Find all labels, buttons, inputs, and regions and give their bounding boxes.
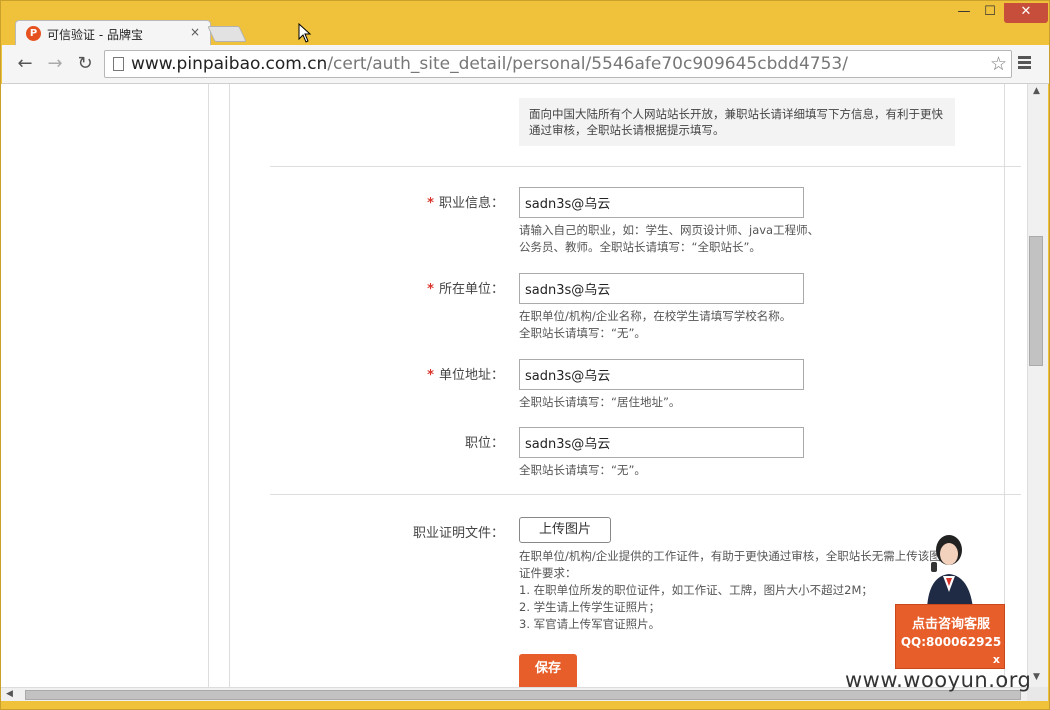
tab-close-icon[interactable]: × bbox=[190, 25, 200, 39]
customer-service-widget[interactable]: 点击咨询客服 QQ:800062925 x bbox=[895, 532, 1005, 670]
qq-label: QQ: bbox=[900, 635, 927, 649]
consult-close-icon[interactable]: x bbox=[993, 653, 1000, 666]
tab-title: 可信验证 - 品牌宝 bbox=[47, 28, 143, 42]
hint-line: 全职站长请填写：“居住地址”。 bbox=[519, 395, 681, 409]
menu-hamburger-icon[interactable] bbox=[1018, 54, 1034, 74]
employer-label-text: 所在单位： bbox=[438, 282, 504, 297]
tab-strip: P 可信验证 - 品牌宝 × — ☐ ✕ bbox=[1, 1, 1050, 46]
upload-image-button[interactable]: 上传图片 bbox=[519, 517, 611, 543]
hint-line: 全职站长请填写：“无”。 bbox=[519, 326, 646, 340]
hint-line: 请输入自己的职业，如：学生、网页设计师、java工程师、 bbox=[519, 223, 820, 237]
address-bar[interactable]: www.pinpaibao.com.cn/cert/auth_site_deta… bbox=[104, 50, 1012, 78]
form-content: 面向中国大陆所有个人网站站长开放，兼职站长请详细填写下方信息，有利于更快通过审核… bbox=[229, 84, 1021, 687]
required-mark: * bbox=[427, 368, 434, 383]
divider bbox=[270, 166, 1021, 167]
scroll-up-arrow-icon[interactable]: ▲ bbox=[1033, 86, 1040, 96]
hint-line: 公务员、教师。全职站长请填写：“全职站长”。 bbox=[519, 240, 761, 254]
employer-address-label: * 单位地址： bbox=[272, 364, 504, 383]
position-hint: 全职站长请填写：“无”。 bbox=[519, 462, 999, 479]
save-button[interactable]: 保存 bbox=[519, 654, 577, 687]
site-favicon-icon: P bbox=[26, 26, 41, 41]
url-path: /cert/auth_site_detail/personal/5546afe7… bbox=[327, 54, 848, 74]
watermark: www.wooyun.org bbox=[845, 668, 1032, 692]
hint-line: 在职单位/机构/企业名称，在校学生请填写学校名称。 bbox=[519, 309, 792, 323]
required-mark: * bbox=[427, 282, 434, 297]
divider bbox=[270, 494, 1021, 495]
position-label: 职位： bbox=[464, 436, 504, 451]
minimize-button[interactable]: — bbox=[951, 3, 977, 23]
intro-notice: 面向中国大陆所有个人网站站长开放，兼职站长请详细填写下方信息，有利于更快通过审核… bbox=[519, 98, 955, 146]
employer-hint: 在职单位/机构/企业名称，在校学生请填写学校名称。 全职站长请填写：“无”。 bbox=[519, 308, 999, 342]
vertical-scroll-thumb[interactable] bbox=[1029, 236, 1043, 366]
occupation-input[interactable] bbox=[519, 187, 804, 218]
browser-toolbar: ← → ↻ www.pinpaibao.com.cn/cert/auth_sit… bbox=[2, 45, 1049, 84]
required-mark: * bbox=[427, 196, 434, 211]
url-text[interactable]: www.pinpaibao.com.cn/cert/auth_site_deta… bbox=[131, 54, 848, 74]
qq-number: 800062925 bbox=[926, 635, 1002, 649]
new-tab-button[interactable] bbox=[207, 26, 247, 42]
page-viewport: 面向中国大陆所有个人网站站长开放，兼职站长请详细填写下方信息，有利于更快通过审核… bbox=[1, 84, 1027, 687]
occupation-hint: 请输入自己的职业，如：学生、网页设计师、java工程师、 公务员、教师。全职站长请… bbox=[519, 222, 999, 256]
consult-panel[interactable]: 点击咨询客服 QQ:800062925 x bbox=[895, 604, 1005, 669]
mouse-cursor-icon bbox=[298, 23, 312, 43]
forward-arrow-icon[interactable]: → bbox=[44, 53, 66, 75]
scroll-left-arrow-icon[interactable]: ◀ bbox=[6, 689, 13, 699]
browser-tab[interactable]: P 可信验证 - 品牌宝 × bbox=[15, 20, 211, 46]
url-host: www.pinpaibao.com.cn bbox=[131, 54, 328, 74]
consult-title[interactable]: 点击咨询客服 bbox=[896, 613, 1006, 632]
reload-icon[interactable]: ↻ bbox=[74, 53, 96, 75]
window-close-button[interactable]: ✕ bbox=[1004, 3, 1048, 23]
bookmark-star-icon[interactable]: ☆ bbox=[990, 53, 1007, 75]
position-input[interactable] bbox=[519, 427, 804, 458]
employer-address-hint: 全职站长请填写：“居住地址”。 bbox=[519, 394, 999, 411]
employer-address-input[interactable] bbox=[519, 359, 804, 390]
employer-input[interactable] bbox=[519, 273, 804, 304]
vertical-scrollbar[interactable]: ▲ ▼ bbox=[1027, 84, 1048, 687]
back-arrow-icon[interactable]: ← bbox=[14, 53, 36, 75]
hint-line: 全职站长请填写：“无”。 bbox=[519, 463, 646, 477]
occupation-label: * 职业信息： bbox=[272, 192, 504, 211]
left-sidebar bbox=[1, 84, 209, 687]
employer-label: * 所在单位： bbox=[272, 278, 504, 297]
maximize-button[interactable]: ☐ bbox=[977, 3, 1003, 23]
proof-file-label: 职业证明文件： bbox=[412, 526, 504, 541]
consult-qq: QQ:800062925 bbox=[896, 635, 1006, 649]
scroll-down-arrow-icon[interactable]: ▼ bbox=[1033, 672, 1040, 682]
page-icon bbox=[113, 57, 124, 71]
employer-address-label-text: 单位地址： bbox=[438, 368, 504, 383]
occupation-label-text: 职业信息： bbox=[438, 196, 504, 211]
service-agent-avatar bbox=[927, 535, 973, 608]
